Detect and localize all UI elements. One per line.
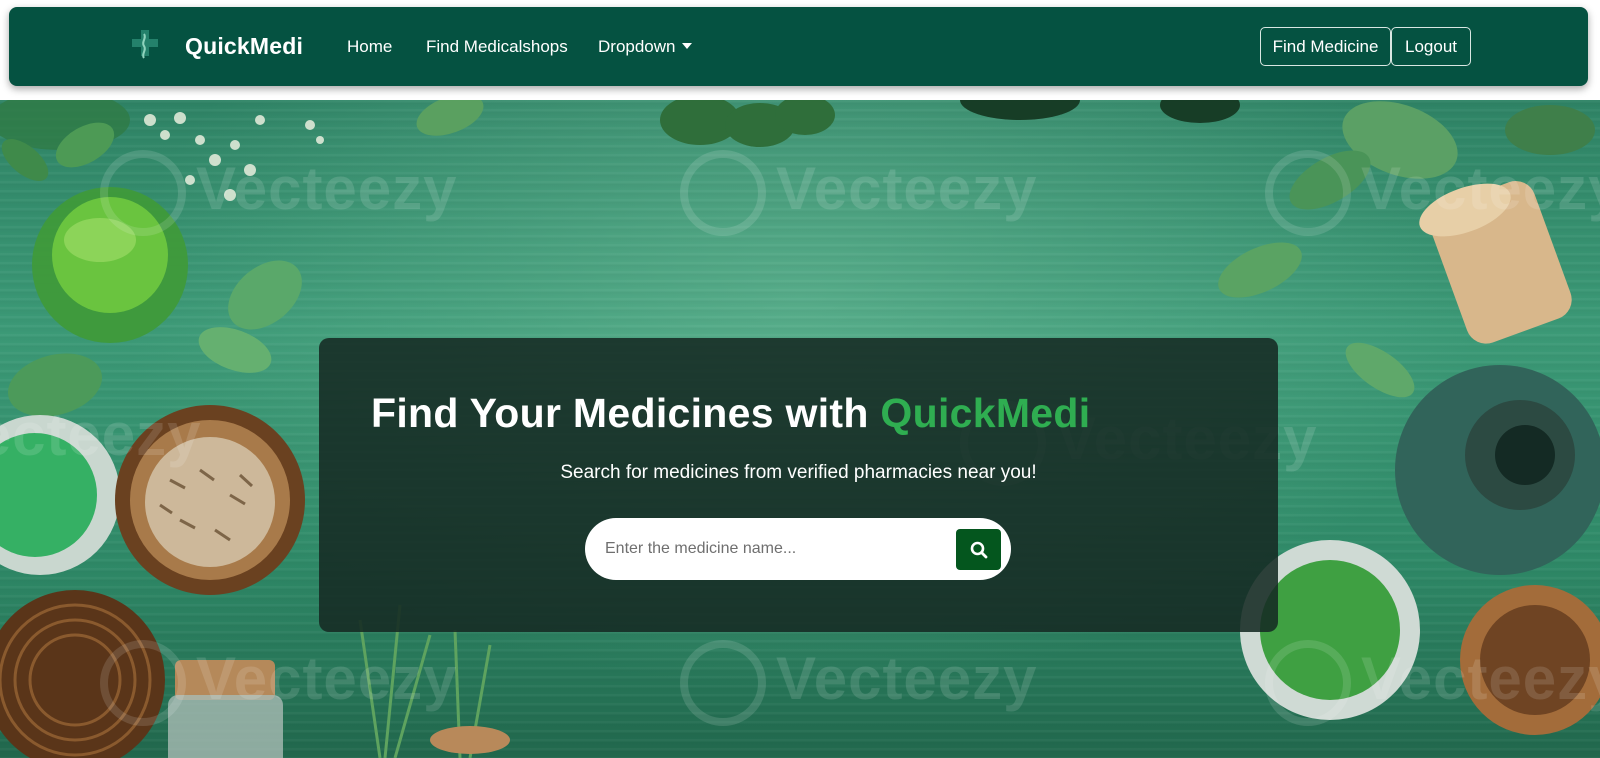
- watermark: Vecteezy: [0, 400, 202, 469]
- vecteezy-logo-icon: [1265, 150, 1351, 236]
- logout-button[interactable]: Logout: [1391, 27, 1471, 66]
- nav-dropdown-toggle[interactable]: Dropdown: [598, 7, 692, 86]
- hero-title-prefix: Find Your Medicines with: [371, 390, 881, 436]
- search-button[interactable]: [956, 529, 1001, 570]
- nav-link-find-medicalshops[interactable]: Find Medicalshops: [426, 7, 568, 86]
- hero-subtitle: Search for medicines from verified pharm…: [560, 462, 1037, 483]
- watermark-text: Vecteezy: [0, 401, 202, 468]
- vecteezy-logo-icon: [680, 150, 766, 236]
- nav-link-home[interactable]: Home: [347, 7, 392, 86]
- vecteezy-logo-icon: [100, 150, 186, 236]
- watermark-text: Vecteezy: [1361, 644, 1600, 712]
- vecteezy-logo-icon: [1265, 640, 1351, 726]
- nav-dropdown-label: Dropdown: [598, 37, 676, 56]
- caret-down-icon: [681, 43, 692, 49]
- watermark: Vecteezy: [680, 640, 1038, 726]
- watermark-text: Vecteezy: [1361, 154, 1600, 222]
- watermark-text: Vecteezy: [776, 644, 1038, 712]
- watermark-text: Vecteezy: [196, 644, 458, 712]
- vecteezy-logo-icon: [100, 640, 186, 726]
- watermark: Vecteezy: [680, 150, 1038, 236]
- watermark: Vecteezy: [1265, 150, 1600, 236]
- brand-name[interactable]: QuickMedi: [185, 7, 303, 86]
- find-medicine-button[interactable]: Find Medicine: [1260, 27, 1391, 66]
- hero-title: Find Your Medicines with QuickMedi: [371, 390, 1231, 437]
- search-box: [585, 518, 1011, 580]
- watermark: Vecteezy: [1265, 640, 1600, 726]
- medical-cross-icon[interactable]: [130, 28, 160, 62]
- watermark-text: Vecteezy: [776, 154, 1038, 222]
- search-icon: [970, 541, 987, 558]
- watermark: Vecteezy: [100, 150, 458, 236]
- watermark: Vecteezy: [100, 640, 458, 726]
- medicine-search-input[interactable]: [605, 528, 935, 570]
- search-panel: Find Your Medicines with QuickMedi Searc…: [319, 338, 1278, 632]
- hero-title-accent: QuickMedi: [880, 390, 1091, 436]
- top-navbar: QuickMedi Home Find Medicalshops Dropdow…: [9, 7, 1588, 86]
- watermark-text: Vecteezy: [196, 154, 458, 222]
- vecteezy-logo-icon: [680, 640, 766, 726]
